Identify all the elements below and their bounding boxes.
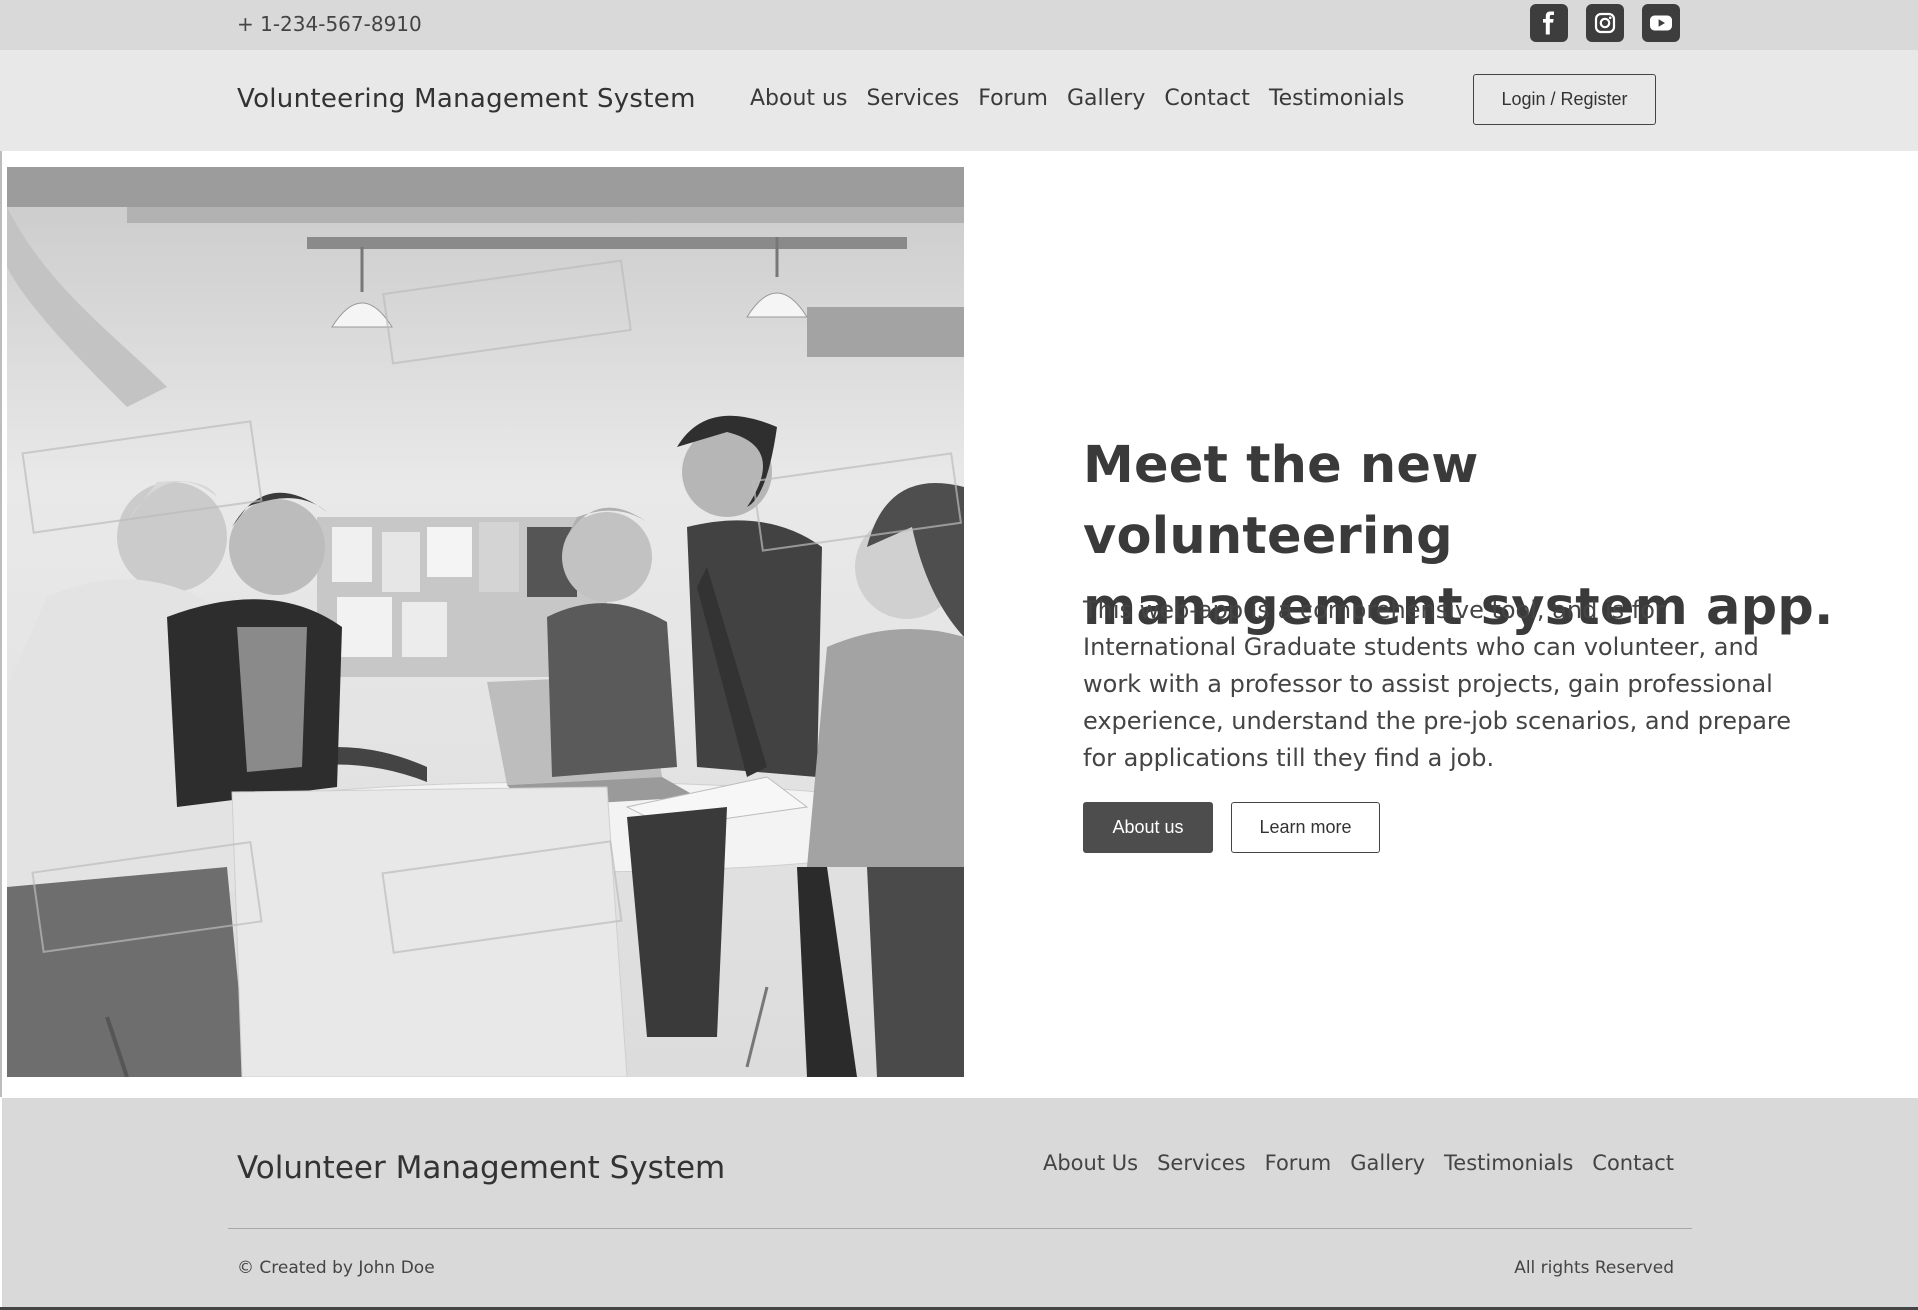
learn-more-button[interactable]: Learn more: [1231, 802, 1380, 853]
nav-link-gallery[interactable]: Gallery: [1067, 86, 1145, 111]
footer-credit: © Created by John Doe: [237, 1258, 435, 1278]
footer-links: About Us Services Forum Gallery Testimon…: [1043, 1151, 1674, 1175]
footer-divider: [228, 1228, 1692, 1229]
top-bar: + 1-234-567-8910: [0, 0, 1918, 50]
footer-link-forum[interactable]: Forum: [1265, 1151, 1332, 1175]
hero-description: This web-app is a comprehensive tool, an…: [1083, 596, 1792, 772]
facebook-icon[interactable]: [1530, 4, 1568, 42]
nav-link-testimonials[interactable]: Testimonials: [1269, 86, 1404, 111]
phone-number: + 1-234-567-8910: [237, 12, 422, 36]
nav-link-contact[interactable]: Contact: [1164, 86, 1250, 111]
footer-link-services[interactable]: Services: [1157, 1151, 1246, 1175]
login-register-button[interactable]: Login / Register: [1473, 74, 1656, 125]
instagram-icon[interactable]: [1586, 4, 1624, 42]
footer-brand: Volunteer Management System: [237, 1150, 726, 1186]
youtube-icon[interactable]: [1642, 4, 1680, 42]
footer: Volunteer Management System About Us Ser…: [2, 1098, 1918, 1308]
hero-left-border: [0, 151, 2, 1097]
footer-link-testimonials[interactable]: Testimonials: [1444, 1151, 1573, 1175]
nav-link-services[interactable]: Services: [866, 86, 959, 111]
nav-links: About us Services Forum Gallery Contact …: [750, 86, 1404, 111]
nav-link-forum[interactable]: Forum: [978, 86, 1048, 111]
footer-link-about-us[interactable]: About Us: [1043, 1151, 1138, 1175]
nav-link-about-us[interactable]: About us: [750, 86, 847, 111]
footer-link-contact[interactable]: Contact: [1592, 1151, 1674, 1175]
main-navbar: Volunteering Management System About us …: [0, 50, 1918, 151]
footer-rights: All rights Reserved: [1514, 1258, 1674, 1278]
footer-link-gallery[interactable]: Gallery: [1350, 1151, 1425, 1175]
hero-image: [7, 167, 964, 1077]
about-us-button[interactable]: About us: [1083, 802, 1213, 853]
site-brand[interactable]: Volunteering Management System: [237, 84, 696, 114]
